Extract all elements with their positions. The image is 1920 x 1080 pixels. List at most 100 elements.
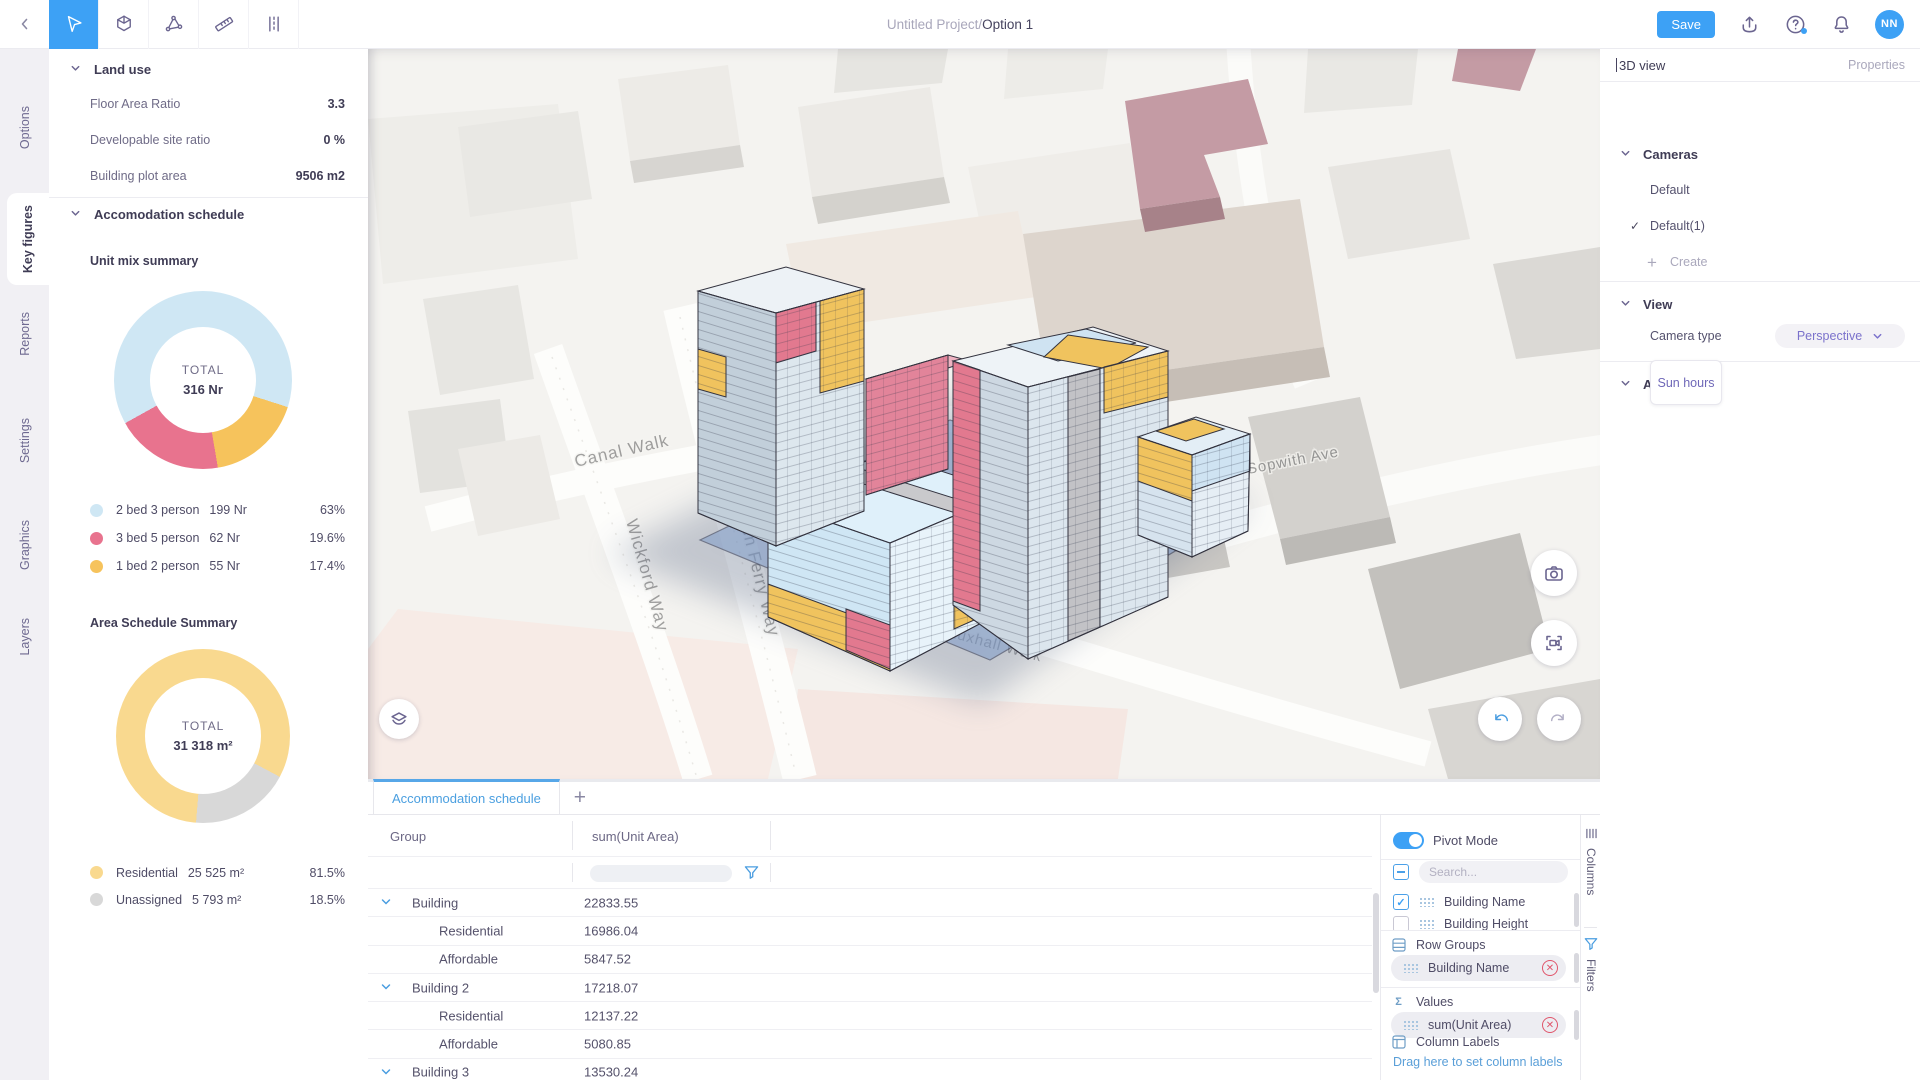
notifications-button[interactable] bbox=[1829, 12, 1853, 36]
column-filter-input[interactable] bbox=[590, 865, 732, 882]
avatar[interactable]: NN bbox=[1875, 10, 1904, 39]
option-name: Option 1 bbox=[982, 17, 1033, 32]
viewport-3d[interactable]: Canal Walk Green Ferry Way Wickford Way … bbox=[368, 49, 1600, 779]
donut-center: TOTAL 316 Nr bbox=[114, 291, 292, 469]
grid-filter-row bbox=[368, 857, 1372, 889]
column-header-sum-unit-area[interactable]: sum(Unit Area) bbox=[592, 815, 679, 857]
drag-grip-icon[interactable] bbox=[1419, 897, 1434, 907]
screenshot-button[interactable] bbox=[1531, 550, 1577, 596]
app: Untitled Project/Option 1 Save NN Option… bbox=[0, 0, 1920, 1080]
field-row-building-height[interactable]: Building Height bbox=[1381, 913, 1576, 930]
camera-type-select[interactable]: Perspective bbox=[1775, 324, 1905, 348]
help-button[interactable] bbox=[1783, 12, 1807, 36]
schedule-grid: Group sum(Unit Area) Building 22833.55 R… bbox=[368, 815, 1372, 1080]
checkbox-unchecked[interactable] bbox=[1393, 916, 1409, 930]
sidebar-item-key-figures[interactable]: Key figures bbox=[7, 193, 49, 285]
drag-grip-icon[interactable] bbox=[1419, 919, 1434, 929]
back-button[interactable] bbox=[0, 0, 49, 49]
table-row[interactable]: Residential 12137.22 bbox=[368, 1002, 1372, 1030]
scrollbar-thumb[interactable] bbox=[1574, 1010, 1579, 1040]
stat-row: Building plot area9506 m2 bbox=[90, 158, 345, 194]
stat-row: Floor Area Ratio3.3 bbox=[90, 86, 345, 122]
accommodation-section-header[interactable]: Accomodation schedule bbox=[70, 202, 345, 226]
upload-icon bbox=[1738, 13, 1761, 36]
legend-item: 3 bed 5 person 62 Nr 19.6% bbox=[90, 524, 345, 552]
pivot-mode-label: Pivot Mode bbox=[1433, 833, 1498, 848]
chevron-down-icon bbox=[70, 207, 81, 222]
chevron-down-icon[interactable] bbox=[380, 896, 392, 911]
undo-button[interactable] bbox=[1478, 697, 1522, 741]
properties-label: Properties bbox=[1848, 58, 1905, 72]
properties-panel: 3D view Properties Cameras Default ✓ Def… bbox=[1600, 49, 1920, 1080]
table-row[interactable]: Affordable 5847.52 bbox=[368, 946, 1372, 974]
tab-filters[interactable]: Filters bbox=[1581, 937, 1601, 992]
volume-tool-button[interactable] bbox=[99, 0, 149, 49]
sidebar-item-reports[interactable]: Reports bbox=[0, 299, 49, 369]
sun-hours-button[interactable]: Sun hours bbox=[1650, 360, 1722, 405]
export-button[interactable] bbox=[1737, 12, 1761, 36]
legend-dot bbox=[90, 504, 103, 517]
scrollbar-thumb[interactable] bbox=[1574, 893, 1579, 927]
select-all-columns-checkbox[interactable] bbox=[1393, 864, 1409, 880]
view-section-header[interactable]: View bbox=[1620, 293, 1905, 315]
polyline-icon bbox=[163, 13, 185, 35]
table-row[interactable]: Building 2 17218.07 bbox=[368, 974, 1372, 1002]
table-row[interactable]: Building 22833.55 bbox=[368, 889, 1372, 917]
vertical-scrollbar[interactable] bbox=[1372, 815, 1380, 1080]
camera-item-default[interactable]: Default bbox=[1650, 179, 1905, 201]
schedule-panel: Accommodation schedule + Group sum(Unit … bbox=[368, 779, 1600, 1080]
divider bbox=[1600, 361, 1920, 362]
chevron-down-icon[interactable] bbox=[380, 981, 392, 996]
column-header-group[interactable]: Group bbox=[390, 815, 426, 857]
add-tab-button[interactable]: + bbox=[560, 782, 600, 814]
measure-tool-button[interactable] bbox=[199, 0, 249, 49]
checkbox-checked[interactable] bbox=[1393, 894, 1409, 910]
sidebar-item-layers[interactable]: Layers bbox=[0, 607, 49, 667]
row-group-pill-building-name[interactable]: Building Name ✕ bbox=[1391, 955, 1566, 981]
table-row[interactable]: Residential 16986.04 bbox=[368, 917, 1372, 945]
filters-icon bbox=[1584, 937, 1598, 951]
road-tool-button[interactable] bbox=[249, 0, 299, 49]
project-name: Untitled Project/ bbox=[887, 17, 982, 32]
legend-item: 2 bed 3 person 199 Nr 63% bbox=[90, 496, 345, 524]
sidebar-item-settings[interactable]: Settings bbox=[0, 406, 49, 476]
map-layers-button[interactable] bbox=[379, 699, 419, 739]
table-row[interactable]: Affordable 5080.85 bbox=[368, 1030, 1372, 1058]
select-tool-button[interactable] bbox=[49, 0, 99, 49]
capture-view-button[interactable] bbox=[1531, 620, 1577, 666]
chevron-down-icon bbox=[1620, 147, 1631, 162]
pivot-mode-toggle[interactable] bbox=[1393, 832, 1424, 849]
field-row-building-name[interactable]: Building Name bbox=[1381, 891, 1576, 913]
column-labels-drop-hint[interactable]: Drag here to set column labels bbox=[1393, 1055, 1563, 1069]
chevron-left-icon bbox=[17, 16, 33, 32]
divider bbox=[49, 197, 368, 198]
tab-accommodation-schedule[interactable]: Accommodation schedule bbox=[373, 779, 560, 814]
project-title[interactable]: Untitled Project/Option 1 bbox=[887, 17, 1033, 32]
cameras-section-header[interactable]: Cameras bbox=[1620, 143, 1905, 165]
chevron-down-icon[interactable] bbox=[380, 1066, 392, 1080]
area-schedule-donut-chart: TOTAL 31 318 m² bbox=[116, 649, 290, 823]
redo-icon bbox=[1548, 708, 1570, 730]
sidebar-item-options[interactable]: Options bbox=[0, 88, 49, 168]
tab-columns[interactable]: Columns bbox=[1581, 827, 1601, 895]
divider bbox=[1381, 859, 1580, 860]
view-name-field[interactable]: 3D view bbox=[1616, 58, 1665, 73]
camera-item-default-1[interactable]: ✓ Default(1) bbox=[1650, 215, 1905, 237]
table-row[interactable]: Building 3 13530.24 bbox=[368, 1059, 1372, 1080]
road-icon bbox=[263, 13, 285, 35]
divider bbox=[1381, 930, 1580, 931]
remove-icon[interactable]: ✕ bbox=[1542, 960, 1558, 976]
save-button[interactable]: Save bbox=[1657, 11, 1715, 38]
zone-tool-button[interactable] bbox=[149, 0, 199, 49]
column-search-input[interactable] bbox=[1419, 861, 1568, 883]
filter-funnel-icon[interactable] bbox=[744, 865, 759, 885]
sidebar-item-graphics[interactable]: Graphics bbox=[0, 509, 49, 581]
scrollbar-thumb[interactable] bbox=[1574, 953, 1579, 983]
sigma-icon: Σ bbox=[1391, 995, 1406, 1010]
chevron-down-icon bbox=[1872, 331, 1883, 342]
cursor-icon bbox=[63, 13, 85, 35]
properties-header: 3D view Properties bbox=[1600, 49, 1920, 82]
redo-button[interactable] bbox=[1537, 697, 1581, 741]
land-use-section-header[interactable]: Land use bbox=[70, 57, 345, 81]
create-camera-button[interactable]: + Create bbox=[1647, 251, 1707, 273]
